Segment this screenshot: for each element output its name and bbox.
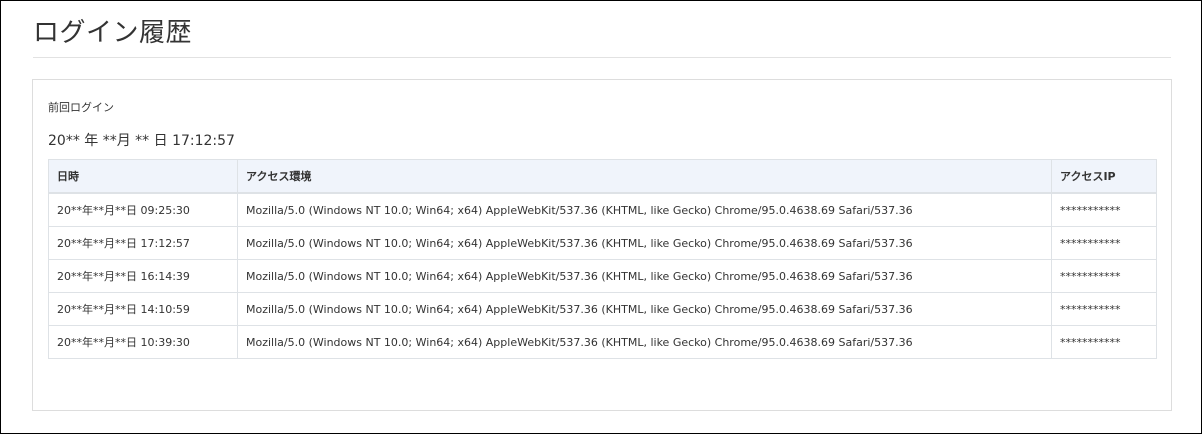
cell-datetime: 20**年**月**日 09:25:30 (48, 192, 238, 227)
cell-environment: Mozilla/5.0 (Windows NT 10.0; Win64; x64… (237, 325, 1052, 359)
header-environment: アクセス環境 (237, 159, 1052, 194)
table-row: 20**年**月**日 16:14:39 Mozilla/5.0 (Window… (48, 259, 1157, 293)
table-row: 20**年**月**日 17:12:57 Mozilla/5.0 (Window… (48, 226, 1157, 260)
last-login-value: 20** 年 **月 ** 日 17:12:57 (48, 133, 235, 149)
cell-ip: *********** (1051, 226, 1157, 260)
table-row: 20**年**月**日 10:39:30 Mozilla/5.0 (Window… (48, 325, 1157, 359)
cell-ip: *********** (1051, 192, 1157, 227)
table-row: 20**年**月**日 09:25:30 Mozilla/5.0 (Window… (48, 192, 1157, 227)
title-divider (33, 57, 1171, 58)
cell-environment: Mozilla/5.0 (Windows NT 10.0; Win64; x64… (237, 259, 1052, 293)
login-history-table: 日時 アクセス環境 アクセスIP 20**年**月**日 09:25:30 Mo… (48, 159, 1157, 359)
page-title: ログイン履歴 (33, 18, 193, 48)
login-history-panel: 前回ログイン 20** 年 **月 ** 日 17:12:57 日時 アクセス環… (32, 79, 1172, 411)
cell-datetime: 20**年**月**日 14:10:59 (48, 292, 238, 326)
cell-datetime: 20**年**月**日 10:39:30 (48, 325, 238, 359)
last-login-label: 前回ログイン (48, 101, 114, 114)
cell-ip: *********** (1051, 292, 1157, 326)
cell-datetime: 20**年**月**日 17:12:57 (48, 226, 238, 260)
table-header-row: 日時 アクセス環境 アクセスIP (48, 159, 1157, 194)
page-frame: ログイン履歴 前回ログイン 20** 年 **月 ** 日 17:12:57 日… (0, 0, 1202, 434)
table-row: 20**年**月**日 14:10:59 Mozilla/5.0 (Window… (48, 292, 1157, 326)
header-ip: アクセスIP (1051, 159, 1157, 194)
cell-environment: Mozilla/5.0 (Windows NT 10.0; Win64; x64… (237, 292, 1052, 326)
cell-environment: Mozilla/5.0 (Windows NT 10.0; Win64; x64… (237, 192, 1052, 227)
cell-environment: Mozilla/5.0 (Windows NT 10.0; Win64; x64… (237, 226, 1052, 260)
cell-datetime: 20**年**月**日 16:14:39 (48, 259, 238, 293)
cell-ip: *********** (1051, 259, 1157, 293)
cell-ip: *********** (1051, 325, 1157, 359)
header-datetime: 日時 (48, 159, 238, 194)
